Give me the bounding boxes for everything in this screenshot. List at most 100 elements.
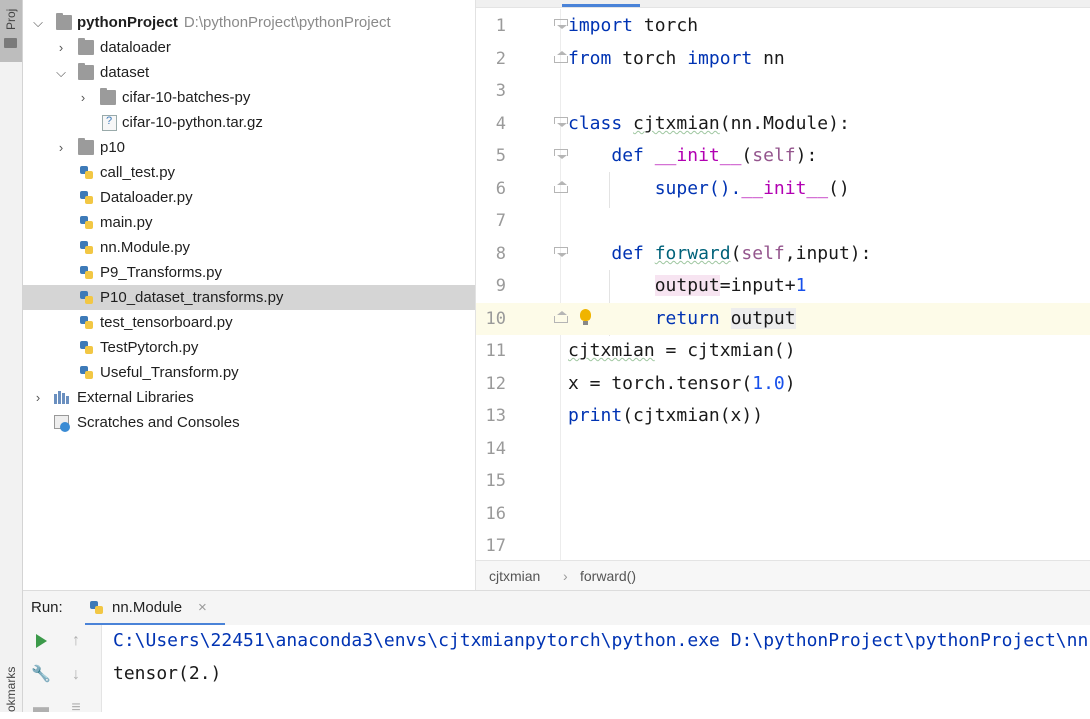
code-editor[interactable]: 1 import torch 2 from torch import nn 3 … — [476, 0, 1090, 560]
folder-icon — [56, 13, 72, 30]
code-line-4: 4 class cjtxmian(nn.Module): — [476, 108, 1090, 140]
code-line-14: 14 — [476, 433, 1090, 465]
code-line-11: 11 cjtxmian = cjtxmian() — [476, 335, 1090, 367]
close-icon[interactable]: × — [198, 591, 207, 625]
tree-item-p10[interactable]: › p10 — [23, 135, 475, 160]
run-console-output[interactable]: C:\Users\22451\anaconda3\envs\cjtxmianpy… — [102, 625, 1090, 712]
chevron-down-icon[interactable]: ⌵ — [54, 60, 68, 85]
root-name: pythonProject — [77, 14, 178, 31]
line-number: 16 — [485, 504, 506, 524]
arrow-down-icon[interactable]: ↓ — [65, 664, 87, 686]
wrench-icon[interactable]: 🔧 — [30, 664, 52, 686]
tree-item-label: p10 — [100, 139, 126, 156]
tree-item-p10-dataset-transforms-py[interactable]: P10_dataset_transforms.py — [23, 285, 475, 310]
console-result-line: tensor(2.) — [113, 663, 222, 684]
tree-item-label: cifar-10-batches-py — [122, 89, 251, 106]
stop-icon[interactable]: ▬ — [30, 697, 52, 719]
run-toolbar: ↑ 🔧 ↓ ▬ ≡ — [23, 625, 102, 716]
code-line-10-current: 10 return output — [476, 303, 1090, 335]
code-line-13: 13 print(cjtxmian(x)) — [476, 400, 1090, 432]
tree-item-nn-module-py[interactable]: nn.Module.py — [23, 235, 475, 260]
line-number: 8 — [495, 244, 506, 264]
run-panel-header: Run: nn.Module × — [23, 590, 1090, 626]
run-tab-label: nn.Module — [112, 599, 183, 616]
code-text: x = torch.tensor(1.0) — [568, 373, 796, 394]
scratches-console-icon — [54, 415, 70, 432]
arrow-up-icon[interactable]: ↑ — [65, 630, 87, 652]
chevron-right-icon[interactable]: › — [54, 35, 68, 60]
breadcrumb-separator: › — [563, 568, 568, 584]
tree-item-external-libraries[interactable]: › External Libraries — [23, 385, 475, 410]
folder-icon — [78, 38, 94, 55]
line-number: 11 — [485, 341, 506, 361]
code-line-7: 7 — [476, 205, 1090, 237]
chevron-right-icon[interactable]: › — [31, 385, 45, 410]
python-file-icon — [79, 340, 95, 355]
code-line-6: 6 super().__init__() — [476, 173, 1090, 205]
fold-marker-icon[interactable] — [554, 311, 568, 323]
tree-root-pythonproject[interactable]: ⌵ pythonProject D:\pythonProject\pythonPr… — [23, 10, 475, 35]
rerun-play-icon[interactable] — [30, 630, 52, 652]
run-tab-nn-module[interactable]: nn.Module × — [85, 591, 225, 626]
tree-item-label: P9_Transforms.py — [100, 264, 222, 281]
fold-marker-icon[interactable] — [554, 51, 568, 63]
code-text: def forward(self,input): — [611, 243, 872, 264]
chevron-right-icon[interactable]: › — [76, 85, 90, 110]
line-number: 7 — [495, 211, 506, 231]
tree-item-main-py[interactable]: main.py — [23, 210, 475, 235]
tree-item-dataset[interactable]: ⌵ dataset — [23, 60, 475, 85]
code-line-2: 2 from torch import nn — [476, 43, 1090, 75]
line-number: 3 — [495, 81, 506, 101]
fold-marker-icon[interactable] — [554, 247, 568, 257]
unknown-file-icon — [102, 115, 117, 131]
folder-icon — [78, 138, 94, 155]
code-text: cjtxmian = cjtxmian() — [568, 340, 796, 361]
root-path: D:\pythonProject\pythonProject — [183, 14, 391, 31]
tree-item-dataloader-py[interactable]: Dataloader.py — [23, 185, 475, 210]
tree-item-cifar-10-python-tar-gz[interactable]: cifar-10-python.tar.gz — [23, 110, 475, 135]
chevron-right-icon[interactable]: › — [54, 135, 68, 160]
python-file-icon — [79, 265, 95, 280]
code-line-12: 12 x = torch.tensor(1.0) — [476, 368, 1090, 400]
line-number: 6 — [495, 179, 506, 199]
code-text: from torch import nn — [568, 48, 785, 69]
python-file-icon — [79, 190, 95, 205]
project-tool-tab-label: Proj — [4, 8, 18, 30]
tree-item-useful-transform-py[interactable]: Useful_Transform.py — [23, 360, 475, 385]
tree-item-testpytorch-py[interactable]: TestPytorch.py — [23, 335, 475, 360]
project-tool-tab[interactable]: Proj — [0, 0, 22, 62]
code-text: output=input+1 — [654, 275, 807, 296]
project-folder-icon — [4, 38, 17, 48]
code-line-17: 17 — [476, 530, 1090, 560]
tree-item-label: P10_dataset_transforms.py — [100, 289, 284, 306]
breadcrumb-class[interactable]: cjtxmian — [489, 561, 540, 591]
tree-item-test-tensorboard-py[interactable]: test_tensorboard.py — [23, 310, 475, 335]
fold-marker-icon[interactable] — [554, 181, 568, 193]
fold-marker-icon[interactable] — [554, 149, 568, 159]
folder-icon — [100, 88, 116, 105]
code-text: return output — [654, 308, 796, 329]
editor-tab-strip — [476, 0, 1090, 8]
tree-item-cifar-10-batches-py[interactable]: › cifar-10-batches-py — [23, 85, 475, 110]
soft-wrap-icon[interactable]: ≡ — [65, 697, 87, 719]
tree-item-scratches-and-consoles[interactable]: Scratches and Consoles — [23, 410, 475, 435]
tree-item-label: call_test.py — [100, 164, 176, 181]
breadcrumb-method[interactable]: forward() — [580, 561, 636, 591]
bookmarks-tool-tab[interactable]: okmarks — [4, 667, 18, 712]
line-number: 10 — [485, 309, 506, 329]
project-tree-panel: ⌵ pythonProject D:\pythonProject\pythonPr… — [23, 0, 476, 590]
tree-item-label: Dataloader.py — [100, 189, 193, 206]
tree-item-dataloader[interactable]: › dataloader — [23, 35, 475, 60]
code-text: def __init__(self): — [611, 145, 818, 166]
line-number: 12 — [485, 374, 506, 394]
code-line-15: 15 — [476, 465, 1090, 497]
fold-marker-icon[interactable] — [554, 19, 568, 29]
active-tab-indicator — [562, 4, 640, 7]
chevron-down-icon[interactable]: ⌵ — [31, 10, 45, 35]
console-command-line: C:\Users\22451\anaconda3\envs\cjtxmianpy… — [113, 630, 1090, 651]
line-number: 13 — [485, 406, 506, 426]
tree-item-label: nn.Module.py — [100, 239, 191, 256]
tree-item-p9-transforms-py[interactable]: P9_Transforms.py — [23, 260, 475, 285]
fold-marker-icon[interactable] — [554, 117, 568, 127]
tree-item-call-test-py[interactable]: call_test.py — [23, 160, 475, 185]
